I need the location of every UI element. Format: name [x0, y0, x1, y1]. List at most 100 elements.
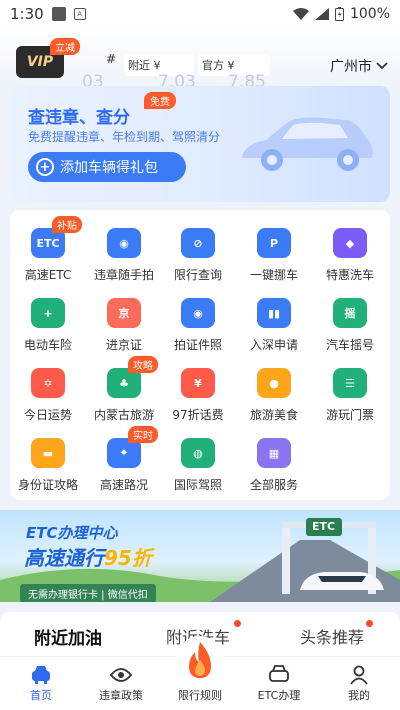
service-item[interactable]: ♣ 攻略 内蒙古旅游 — [88, 356, 160, 423]
service-tag-badge: 攻略 — [128, 356, 158, 373]
service-item[interactable]: P 一键挪车 — [238, 228, 310, 283]
fire-icon — [189, 642, 211, 678]
service-item[interactable]: ◉ 违章随手拍 — [88, 228, 160, 283]
service-item[interactable]: ⊘ 限行查询 — [162, 228, 234, 283]
service-item[interactable]: ◉ 拍证件照 — [162, 298, 234, 353]
add-vehicle-button[interactable]: + 添加车辆得礼包 — [28, 152, 186, 182]
user-icon — [350, 665, 368, 685]
service-label: 一键挪车 — [249, 268, 298, 282]
tab-headlines[interactable]: 头条推荐 — [300, 624, 364, 648]
nav-etc[interactable]: ETC办理 — [244, 663, 314, 703]
nav-profile[interactable]: 我的 — [324, 663, 394, 703]
car-wash-icon: ◆ — [333, 228, 367, 258]
banner-headline: 高速通行95折 — [24, 542, 152, 571]
service-label: 违章随手拍 — [93, 268, 154, 282]
battery-level: 100% — [349, 6, 390, 22]
nav-profile-label: 我的 — [348, 689, 370, 702]
services-grid: ETC 补贴 高速ETC ◉ 违章随手拍 ⊘ 限行查询 P 一键挪车 ◆ 特惠洗车 + 电动车险京进京证… — [10, 210, 390, 500]
status-bar: 1:30 A 100% — [0, 0, 400, 28]
tab-nearby-gas[interactable]: 附近加油 — [34, 624, 102, 649]
service-label: 国际驾照 — [173, 478, 222, 492]
service-label: 汽车摇号 — [325, 338, 374, 352]
service-label: 97折话费 — [172, 408, 224, 422]
hash-mark: # — [106, 52, 117, 66]
violation-promo-card[interactable]: 查违章、查分 免费 免费提醒违章、年检到期、驾照清分 + 添加车辆得礼包 — [10, 86, 390, 202]
free-badge: 免费 — [144, 92, 176, 109]
service-label: 限行查询 — [173, 268, 222, 282]
service-item[interactable]: ◍ 国际驾照 — [162, 438, 234, 493]
home-car-icon — [32, 666, 50, 684]
service-label: 游玩门票 — [325, 408, 374, 422]
globe-icon: ◍ — [181, 438, 215, 468]
signal-icon — [314, 8, 329, 20]
lottery-icon: 摇 — [333, 298, 367, 328]
nav-restriction-rules-label: 限行规则 — [178, 689, 222, 702]
service-label: 进京证 — [105, 338, 142, 352]
service-label: 身份证攻略 — [17, 478, 78, 492]
etc-banner[interactable]: ETC办理中心 高速通行95折 无需办理银行卡 | 微信代扣 ETC — [0, 510, 400, 602]
service-label: 内蒙古旅游 — [93, 408, 154, 422]
service-label: 入深申请 — [249, 338, 298, 352]
car-illustration-icon — [242, 117, 373, 171]
service-item[interactable]: + 电动车险 — [12, 298, 84, 353]
nav-etc-label: ETC办理 — [257, 689, 301, 702]
service-label: 高速ETC — [24, 268, 72, 282]
add-vehicle-label: 添加车辆得礼包 — [60, 160, 158, 176]
app-notification-icon: A — [73, 8, 86, 20]
camera-icon: ◉ — [107, 228, 141, 258]
nav-violation-policy[interactable]: 违章政策 — [86, 663, 156, 703]
service-item[interactable]: ▦ 全部服务 — [238, 438, 310, 493]
status-time: 1:30 — [10, 5, 44, 23]
phone-bill-icon: ¥ — [181, 368, 215, 398]
restriction-fire-button[interactable] — [176, 636, 224, 684]
service-label: 特惠洗车 — [325, 268, 374, 282]
nav-home-label: 首页 — [30, 689, 52, 702]
wifi-icon — [292, 8, 309, 20]
etc-car-icon — [269, 665, 289, 682]
service-item[interactable]: ▮▮ 入深申请 — [238, 298, 310, 353]
notification-icon — [51, 7, 66, 21]
etc-sign-label: ETC — [312, 520, 336, 533]
id-card-icon: ▬ — [31, 438, 65, 468]
service-item[interactable]: 京进京证 — [88, 298, 160, 353]
header: VIP 立减 # 附近 ¥ 官方 ¥ 03 7.03 7.85 广州市 — [0, 28, 400, 92]
service-item[interactable]: ¥97折话费 — [162, 368, 234, 423]
battery-icon — [334, 7, 344, 21]
service-label: 拍证件照 — [173, 338, 222, 352]
service-item[interactable]: ◆ 特惠洗车 — [314, 228, 386, 283]
all-services-grid-icon: ▦ — [257, 438, 291, 468]
service-label: 旅游美食 — [249, 408, 298, 422]
vip-discount-badge: 立减 — [50, 38, 80, 55]
nav-violation-policy-label: 违章政策 — [99, 689, 143, 702]
roast-chicken-icon: ● — [257, 368, 291, 398]
shield-plus-icon: + — [31, 298, 65, 328]
service-item[interactable]: ⌖ 实时 高速路况 — [88, 426, 160, 493]
star-fortune-icon: ✡ — [31, 368, 65, 398]
banner-title: ETC办理中心 — [26, 524, 118, 542]
city-name: 广州市 — [330, 59, 372, 75]
eye-icon — [110, 668, 132, 682]
service-item[interactable]: ETC 补贴 高速ETC — [12, 216, 84, 283]
carwash-dot-badge — [234, 620, 241, 627]
no-entry-icon: ⊘ — [181, 228, 215, 258]
nav-home[interactable]: 首页 — [6, 663, 76, 703]
beijing-permit-icon: 京 — [107, 298, 141, 328]
city-building-icon: ▮▮ — [257, 298, 291, 328]
banner-note: 无需办理银行卡 | 微信代扣 — [20, 584, 156, 602]
service-label: 电动车险 — [23, 338, 72, 352]
promo-title: 查违章、查分 — [28, 108, 130, 128]
service-tag-badge: 补贴 — [52, 216, 82, 233]
headlines-dot-badge — [366, 620, 373, 627]
plus-icon: + — [36, 158, 54, 176]
service-item[interactable]: ☰ 游玩门票 — [314, 368, 386, 423]
service-label: 今日运势 — [23, 408, 72, 422]
service-label: 高速路况 — [99, 478, 148, 492]
chevron-down-icon — [376, 62, 388, 70]
service-item[interactable]: ✡ 今日运势 — [12, 368, 84, 423]
service-item[interactable]: ▬ 身份证攻略 — [12, 438, 84, 493]
service-item[interactable]: ● 旅游美食 — [238, 368, 310, 423]
service-item[interactable]: 摇汽车摇号 — [314, 298, 386, 353]
parking-icon: P — [257, 228, 291, 258]
service-tag-badge: 实时 — [128, 426, 158, 443]
city-selector[interactable]: 广州市 — [330, 56, 388, 76]
